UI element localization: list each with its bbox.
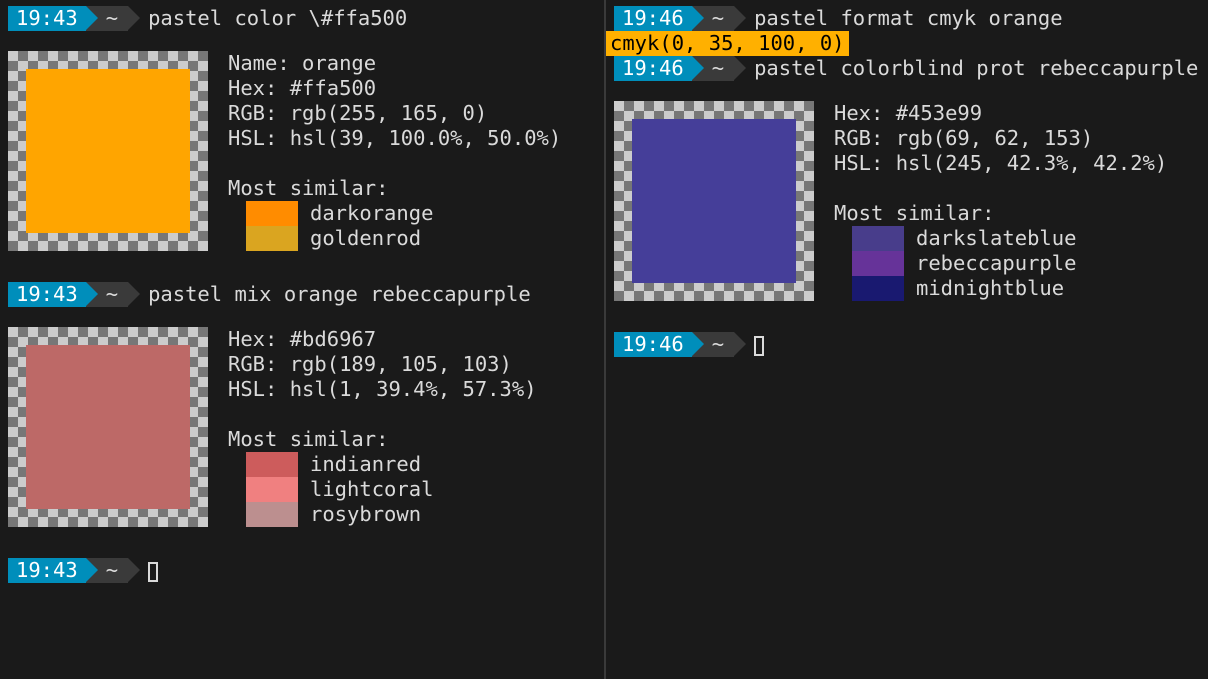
prompt-time: 19:46	[614, 6, 692, 31]
similar-heading: Most similar:	[228, 176, 561, 201]
prompt-line[interactable]: 19:46~	[606, 332, 1208, 357]
similar-chip	[246, 226, 298, 251]
swatch	[26, 69, 190, 233]
checkerboard-frame	[8, 327, 208, 527]
prompt-time: 19:43	[8, 282, 86, 307]
color-preview-block: Name: orangeHex: #ffa500RGB: rgb(255, 16…	[0, 31, 604, 257]
prompt-command[interactable]: pastel mix orange rebeccapurple	[128, 282, 531, 307]
prompt-line[interactable]: 19:46~pastel format cmyk orange	[606, 6, 1208, 31]
similar-name: darkslateblue	[916, 226, 1076, 251]
prompt-time: 19:46	[614, 332, 692, 357]
color-info-line: HSL: hsl(39, 100.0%, 50.0%)	[228, 126, 561, 151]
color-info-line: Hex: #bd6967	[228, 327, 537, 352]
similar-name: indianred	[310, 452, 421, 477]
similar-name: lightcoral	[310, 477, 433, 502]
similar-name: darkorange	[310, 201, 433, 226]
color-info: Hex: #453e99RGB: rgb(69, 62, 153)HSL: hs…	[834, 101, 1167, 301]
color-info-line: RGB: rgb(255, 165, 0)	[228, 101, 561, 126]
swatch	[632, 119, 796, 283]
checkerboard-frame	[8, 51, 208, 251]
color-preview-block: Hex: #bd6967RGB: rgb(189, 105, 103)HSL: …	[0, 307, 604, 533]
similar-heading: Most similar:	[834, 201, 1167, 226]
similar-chip	[246, 477, 298, 502]
cursor-icon	[148, 562, 158, 582]
text-output: cmyk(0, 35, 100, 0)	[606, 31, 849, 56]
similar-name: rebeccapurple	[916, 251, 1076, 276]
color-preview-block: Hex: #453e99RGB: rgb(69, 62, 153)HSL: hs…	[606, 81, 1208, 307]
color-info-line: RGB: rgb(189, 105, 103)	[228, 352, 537, 377]
prompt-command[interactable]: pastel colorblind prot rebeccapurple	[734, 56, 1198, 81]
terminal-pane-left[interactable]: 19:43~pastel color \#ffa500Name: orangeH…	[0, 0, 604, 679]
swatch	[26, 345, 190, 509]
similar-chip	[246, 502, 298, 527]
similar-item: rosybrown	[228, 502, 537, 527]
color-info: Hex: #bd6967RGB: rgb(189, 105, 103)HSL: …	[228, 327, 537, 527]
prompt-command[interactable]: pastel color \#ffa500	[128, 6, 407, 31]
similar-chip	[852, 276, 904, 301]
similar-chip	[246, 452, 298, 477]
similar-name: goldenrod	[310, 226, 421, 251]
prompt-time: 19:43	[8, 558, 86, 583]
prompt-time: 19:43	[8, 6, 86, 31]
prompt-line[interactable]: 19:46~pastel colorblind prot rebeccapurp…	[606, 56, 1208, 81]
color-info-line: HSL: hsl(245, 42.3%, 42.2%)	[834, 151, 1167, 176]
color-info-line: Hex: #453e99	[834, 101, 1167, 126]
terminal-pane-right[interactable]: 19:46~pastel format cmyk orangecmyk(0, 3…	[604, 0, 1208, 679]
prompt-line[interactable]: 19:43~pastel color \#ffa500	[0, 6, 604, 31]
prompt-line[interactable]: 19:43~	[0, 558, 604, 583]
similar-heading: Most similar:	[228, 427, 537, 452]
similar-item: rebeccapurple	[834, 251, 1167, 276]
prompt-command[interactable]: pastel format cmyk orange	[734, 6, 1063, 31]
similar-item: darkorange	[228, 201, 561, 226]
color-info-line: Hex: #ffa500	[228, 76, 561, 101]
similar-item: lightcoral	[228, 477, 537, 502]
cursor-icon	[754, 336, 764, 356]
similar-item: indianred	[228, 452, 537, 477]
checkerboard-frame	[614, 101, 814, 301]
color-info-line: RGB: rgb(69, 62, 153)	[834, 126, 1167, 151]
prompt-line[interactable]: 19:43~pastel mix orange rebeccapurple	[0, 282, 604, 307]
similar-item: midnightblue	[834, 276, 1167, 301]
color-info-line: HSL: hsl(1, 39.4%, 57.3%)	[228, 377, 537, 402]
color-info-line: Name: orange	[228, 51, 561, 76]
similar-name: midnightblue	[916, 276, 1064, 301]
similar-name: rosybrown	[310, 502, 421, 527]
similar-chip	[852, 226, 904, 251]
color-info: Name: orangeHex: #ffa500RGB: rgb(255, 16…	[228, 51, 561, 251]
similar-chip	[246, 201, 298, 226]
similar-chip	[852, 251, 904, 276]
similar-item: goldenrod	[228, 226, 561, 251]
similar-item: darkslateblue	[834, 226, 1167, 251]
prompt-time: 19:46	[614, 56, 692, 81]
